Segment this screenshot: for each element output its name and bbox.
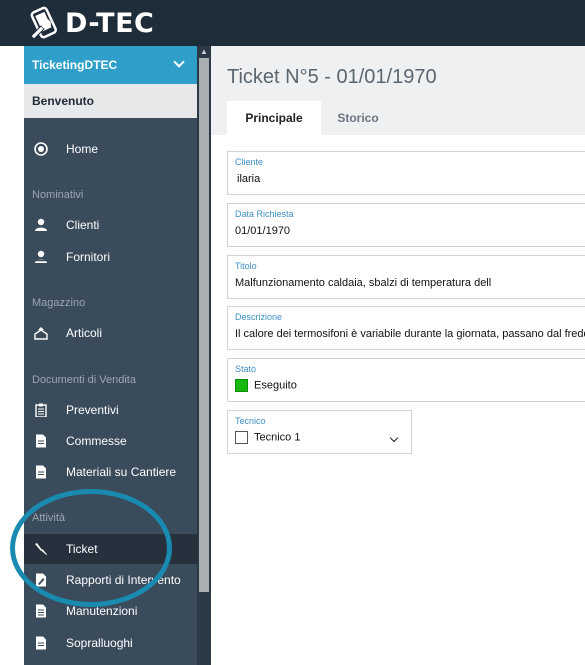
- cliente-field[interactable]: Cliente ilaria: [227, 151, 585, 195]
- user-icon: [34, 218, 48, 232]
- field-label: Descrizione: [235, 312, 283, 322]
- field-value: Il calore dei termosifoni è variabile du…: [235, 328, 585, 340]
- sidebar-item-label: Commesse: [66, 434, 127, 448]
- sidebar-item-label: Sopralluoghi: [66, 636, 133, 650]
- sidebar-section-documenti: Documenti di Vendita: [32, 374, 136, 386]
- field-value: 01/01/1970: [235, 225, 291, 237]
- status-color-swatch: [235, 379, 248, 392]
- field-label: Tecnico: [235, 416, 266, 426]
- sidebar-item-label: Fornitori: [66, 250, 111, 264]
- tab-storico[interactable]: Storico: [321, 101, 395, 135]
- stato-value: Eseguito: [235, 379, 297, 392]
- radio-circle-icon: [34, 142, 48, 156]
- chevron-down-icon: [173, 56, 185, 68]
- sidebar-item-sopralluoghi[interactable]: Sopralluoghi: [24, 628, 197, 658]
- sidebar-item-fornitori[interactable]: Fornitori: [24, 242, 197, 272]
- sidebar-item-label: Materiali su Cantiere: [66, 465, 177, 479]
- sidebar-item-commesse[interactable]: Commesse: [24, 426, 197, 456]
- tecnico-dropdown[interactable]: Tecnico Tecnico 1: [227, 410, 412, 454]
- sidebar-item-label: Articoli: [66, 326, 103, 340]
- sidebar-item-label: Clienti: [66, 218, 100, 232]
- title-bar: Ticket N°5 - 01/01/1970 Principale Stori…: [211, 46, 585, 135]
- sidebar-item-preventivi[interactable]: Preventivi: [24, 395, 197, 425]
- field-label: Stato: [235, 364, 257, 374]
- sidebar-item-articoli[interactable]: Articoli: [24, 318, 197, 348]
- phone-wrench-logo-icon: [30, 6, 58, 40]
- sidebar-section-magazzino: Magazzino: [32, 297, 86, 309]
- field-label: Data Richiesta: [235, 209, 294, 219]
- brand-logo[interactable]: D-TEC: [27, 6, 154, 40]
- tab-principale[interactable]: Principale: [227, 101, 321, 135]
- page-title: Ticket N°5 - 01/01/1970: [227, 66, 437, 88]
- user-tie-icon: [34, 250, 48, 264]
- brand-name: D-TEC: [65, 7, 155, 39]
- document-icon: [34, 465, 48, 479]
- tecnico-value: Tecnico 1: [235, 431, 300, 444]
- sidebar-welcome: Benvenuto: [24, 84, 197, 118]
- scroll-up-icon[interactable]: ▲: [200, 47, 208, 56]
- document-icon: [34, 636, 48, 650]
- top-bar: D-TEC: [0, 0, 585, 46]
- sidebar-item-label: Preventivi: [66, 403, 119, 417]
- field-value: Malfunzionamento caldaia, sbalzi di temp…: [235, 277, 492, 289]
- field-value: Eseguito: [254, 379, 297, 392]
- document-icon: [34, 434, 48, 448]
- sidebar-section-nominativi: Nominativi: [32, 189, 84, 201]
- descrizione-field[interactable]: Descrizione Il calore dei termosifoni è …: [227, 306, 585, 350]
- document-list-icon: [34, 604, 48, 618]
- data-richiesta-field[interactable]: Data Richiesta 01/01/1970: [227, 203, 585, 247]
- field-label: Cliente: [235, 157, 264, 167]
- box-arrow-icon: [34, 326, 48, 340]
- tecnico-color-swatch: [235, 431, 248, 444]
- titolo-field[interactable]: Titolo Malfunzionamento caldaia, sbalzi …: [227, 255, 585, 299]
- chevron-down-icon[interactable]: [389, 433, 399, 443]
- sidebar-item-label: Home: [66, 142, 99, 156]
- stato-field[interactable]: Stato Eseguito: [227, 358, 585, 402]
- highlight-ring: [10, 489, 172, 607]
- field-value: ilaria: [237, 173, 261, 185]
- sidebar-scrollbar-thumb[interactable]: [199, 58, 209, 592]
- sidebar-item-home[interactable]: Home: [24, 134, 197, 164]
- sidebar-app-name: TicketingDTEC: [32, 58, 118, 72]
- field-label: Titolo: [235, 261, 257, 271]
- sidebar-item-materiali[interactable]: Materiali su Cantiere: [24, 457, 197, 487]
- field-value: Tecnico 1: [254, 431, 301, 444]
- sidebar-app-selector[interactable]: TicketingDTEC: [24, 46, 197, 84]
- main-content: Ticket N°5 - 01/01/1970 Principale Stori…: [211, 46, 585, 665]
- sidebar-item-clienti[interactable]: Clienti: [24, 210, 197, 240]
- clipboard-icon: [34, 403, 48, 417]
